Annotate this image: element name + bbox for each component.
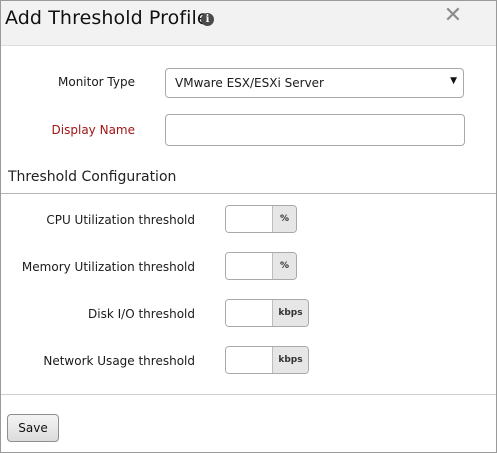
dropdown-arrow-icon: ▼ — [450, 76, 457, 86]
monitor-type-label: Monitor Type — [58, 75, 135, 89]
memory-threshold-input[interactable] — [226, 253, 272, 279]
disk-io-threshold-input[interactable] — [226, 300, 272, 326]
dialog-header: Add Threshold Profile i ✕ — [1, 1, 496, 46]
network-usage-threshold-label: Network Usage threshold — [43, 354, 195, 368]
footer-divider — [1, 394, 496, 395]
cpu-threshold-field: % — [225, 205, 297, 233]
add-threshold-profile-dialog: Add Threshold Profile i ✕ Monitor Type V… — [0, 0, 497, 453]
close-icon[interactable]: ✕ — [443, 4, 463, 28]
cpu-threshold-input[interactable] — [226, 206, 272, 232]
network-usage-threshold-unit: kbps — [272, 347, 308, 373]
threshold-configuration-heading: Threshold Configuration — [8, 169, 177, 185]
memory-threshold-field: % — [225, 252, 297, 280]
disk-io-threshold-field: kbps — [225, 299, 309, 327]
memory-threshold-unit: % — [272, 253, 296, 279]
network-usage-threshold-input[interactable] — [226, 347, 272, 373]
cpu-threshold-label: CPU Utilization threshold — [46, 213, 195, 227]
save-button[interactable]: Save — [7, 414, 59, 442]
network-usage-threshold-field: kbps — [225, 346, 309, 374]
dialog-title: Add Threshold Profile — [5, 7, 209, 29]
section-divider — [1, 193, 496, 194]
display-name-input[interactable] — [165, 114, 465, 146]
cpu-threshold-unit: % — [272, 206, 296, 232]
memory-threshold-label: Memory Utilization threshold — [21, 260, 195, 274]
disk-io-threshold-label: Disk I/O threshold — [88, 307, 195, 321]
info-icon[interactable]: i — [201, 13, 214, 26]
monitor-type-select[interactable]: VMware ESX/ESXi Server ▼ — [165, 68, 464, 98]
display-name-label: Display Name — [51, 123, 135, 137]
monitor-type-selected-value: VMware ESX/ESXi Server — [175, 76, 324, 90]
disk-io-threshold-unit: kbps — [272, 300, 308, 326]
